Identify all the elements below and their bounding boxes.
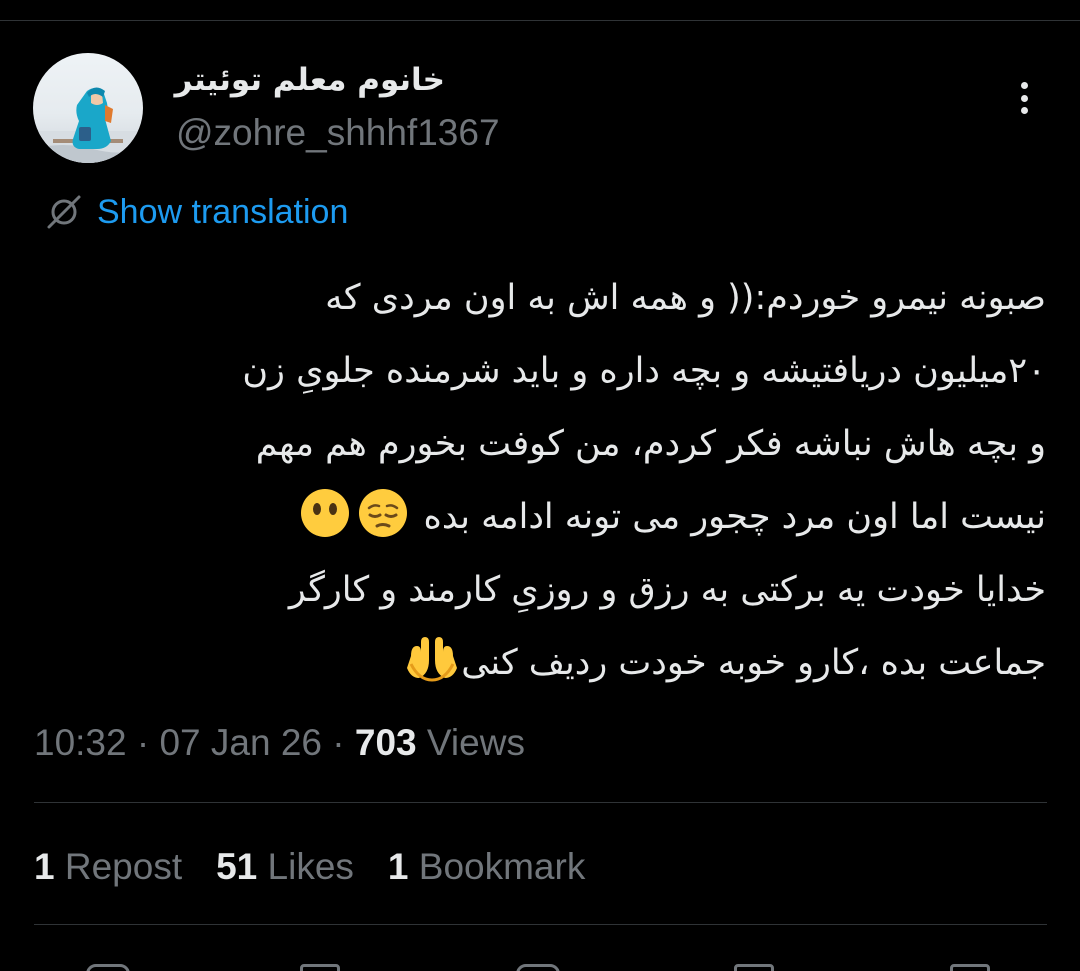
divider <box>34 802 1047 803</box>
tweet-line: صبونه نیمرو خوردم:(( و همه اش به اون مرد… <box>325 278 1046 318</box>
divider <box>34 924 1047 925</box>
reposts-count: 1 <box>34 846 55 887</box>
dot <box>1020 94 1028 102</box>
display-name[interactable]: خانوم معلم توئیتر <box>175 62 445 98</box>
reposts-label: Repost <box>64 846 183 887</box>
tweet-line: خدایا خودت یه برکتی به رزق و روزیِ کارمن… <box>288 570 1046 610</box>
tweet-line: و بچه هاش نباشه فکر کردم، من کوفت بخورم … <box>255 424 1046 464</box>
bookmarks-count: 1 <box>387 846 409 887</box>
engagement-stats: 1 Repost 51 Likes 1 Bookmark <box>34 842 585 892</box>
bookmarks-label: Bookmark <box>418 846 586 887</box>
tweet-line-text: جماعت بده ،کارو خوبه خودت ردیف کنی <box>461 643 1046 683</box>
meta-separator: · <box>126 722 160 763</box>
likes-count: 51 <box>216 846 258 887</box>
user-handle[interactable]: @zohre_shhhf1367 <box>176 112 500 154</box>
tweet-time[interactable]: 10:32 <box>34 722 127 763</box>
dot <box>1020 82 1028 89</box>
dot <box>1020 107 1028 114</box>
tweet-line-with-emoji: نیست اما اون مرد چجور می تونه ادامه بده <box>34 481 1046 554</box>
avatar[interactable] <box>33 53 143 163</box>
views-label[interactable]: Views <box>417 722 525 763</box>
show-translation-button[interactable]: Show translation <box>45 190 348 234</box>
globe-slash-icon <box>47 195 81 229</box>
more-options-icon[interactable] <box>1008 78 1040 118</box>
top-divider <box>0 20 1080 21</box>
tweet-line-text: نیست اما اون مرد چجور می تونه ادامه بده <box>423 497 1046 537</box>
repost-icon[interactable] <box>300 964 340 971</box>
tweet-meta: 10:32 · 07 Jan 26 · 703 Views <box>34 722 525 764</box>
tweet-date[interactable]: 07 Jan 26 <box>159 722 322 763</box>
face-without-mouth-emoji <box>301 489 350 537</box>
likes-stat[interactable]: 51 Likes <box>216 846 354 888</box>
palms-up-together-emoji <box>407 637 458 682</box>
meta-separator: · <box>322 722 355 763</box>
show-translation-label: Show translation <box>97 192 349 231</box>
likes-label: Likes <box>267 846 354 887</box>
tweet-text: صبونه نیمرو خوردم:(( و همه اش به اون مرد… <box>34 262 1046 700</box>
tweet-line: ۲۰میلیون دریافتیشه و بچه داره و باید شرم… <box>242 351 1046 391</box>
bookmark-icon[interactable] <box>734 964 774 971</box>
reposts-stat[interactable]: 1 Repost <box>34 846 182 888</box>
tweet-line-with-emoji: جماعت بده ،کارو خوبه خودت ردیف کنی <box>34 627 1046 700</box>
bookmarks-stat[interactable]: 1 Bookmark <box>388 846 585 888</box>
share-icon[interactable] <box>950 964 990 971</box>
views-count[interactable]: 703 <box>355 722 417 763</box>
tweet-detail-page: خانوم معلم توئیتر @zohre_shhhf1367 Show … <box>0 0 1080 971</box>
reply-icon[interactable] <box>86 964 130 971</box>
like-icon[interactable] <box>516 964 560 971</box>
action-bar <box>0 958 1080 971</box>
pensive-face-emoji <box>359 489 408 537</box>
